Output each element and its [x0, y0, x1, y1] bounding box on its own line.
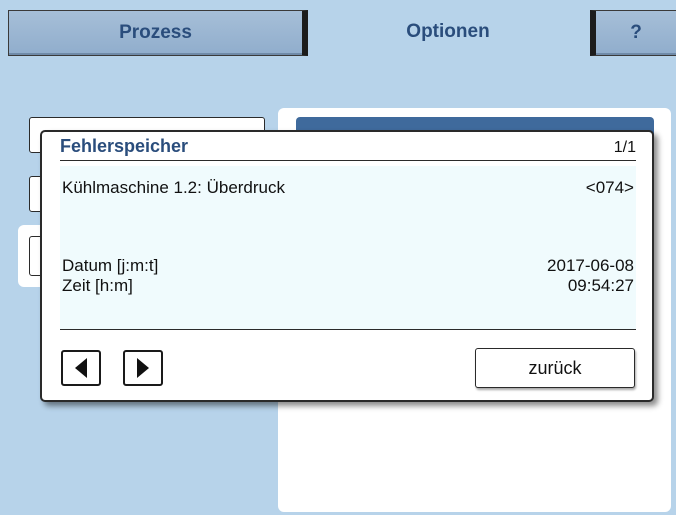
date-value: 2017-06-08 — [547, 256, 634, 275]
tab-optionen[interactable]: Optionen — [308, 6, 588, 58]
time-row: Zeit [h:m] 09:54:27 — [62, 276, 634, 296]
tab-help-label: ? — [630, 22, 642, 43]
triangle-left-icon — [75, 358, 87, 378]
previous-button[interactable] — [61, 350, 101, 386]
time-label: Zeit [h:m] — [62, 276, 133, 295]
dialog-header: Fehlerspeicher 1/1 — [60, 136, 636, 161]
tab-optionen-label: Optionen — [406, 21, 490, 42]
dialog-title: Fehlerspeicher — [60, 136, 189, 156]
date-label: Datum [j:m:t] — [62, 256, 159, 275]
error-row: Kühlmaschine 1.2: Überdruck <074> — [62, 178, 634, 198]
time-value: 09:54:27 — [567, 276, 634, 295]
next-button[interactable] — [123, 350, 163, 386]
tab-prozess-label: Prozess — [119, 22, 192, 43]
error-label: Kühlmaschine 1.2: Überdruck — [62, 178, 286, 197]
error-memory-dialog: Fehlerspeicher 1/1 Kühlmaschine 1.2: Übe… — [40, 130, 654, 402]
tab-prozess[interactable]: Prozess — [8, 10, 308, 56]
error-details: Kühlmaschine 1.2: Überdruck <074> Datum … — [60, 166, 636, 330]
error-code: <074> — [585, 178, 634, 197]
back-button-label: zurück — [528, 357, 582, 378]
tab-help[interactable]: ? — [590, 10, 676, 56]
date-row: Datum [j:m:t] 2017-06-08 — [62, 256, 634, 276]
triangle-right-icon — [137, 358, 149, 378]
back-button[interactable]: zurück — [475, 348, 635, 388]
page-indicator: 1/1 — [613, 139, 636, 156]
